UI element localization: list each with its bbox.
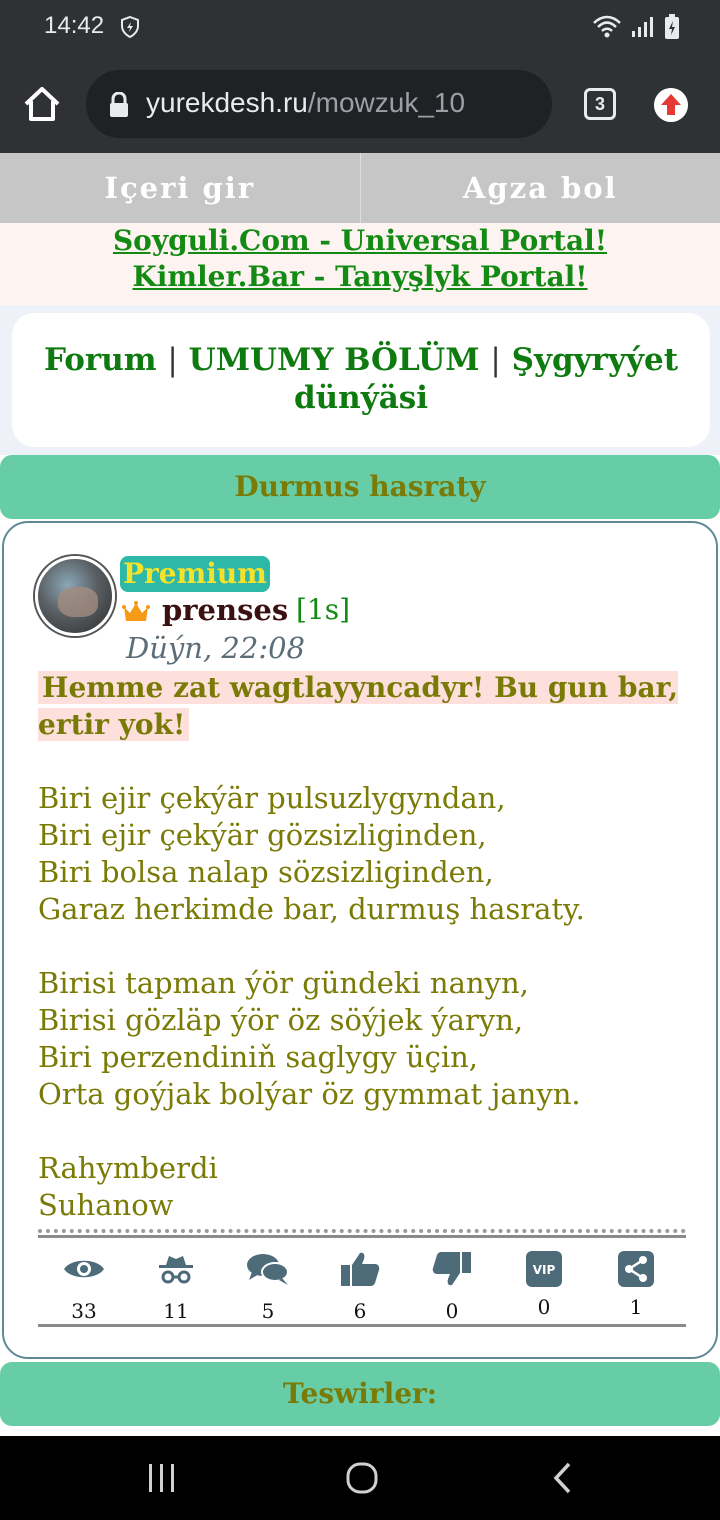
eye-icon [64,1260,104,1278]
status-icons [592,14,680,40]
back-icon[interactable] [542,1456,586,1500]
signal-icon [632,17,653,37]
portal-links: Soyguli.Com - Universal Portal! Kimler.B… [0,223,720,305]
shares-count: 1 [629,1295,643,1319]
login-button[interactable]: Içeri gir [0,153,361,223]
breadcrumb-forum[interactable]: Forum [44,342,157,378]
avatar-image [58,587,98,617]
topic-title: Durmus hasraty [0,455,720,519]
likes-stat[interactable]: 6 [320,1249,400,1323]
url-domain: yurekdesh.ru [146,87,308,118]
incognito-icon [159,1256,193,1284]
guests-count: 11 [163,1299,189,1323]
thumbs-down-icon [432,1252,471,1286]
shares-stat[interactable]: 1 [596,1249,676,1319]
views-stat[interactable]: 33 [44,1249,124,1323]
status-bar: 14:42 [0,0,720,56]
tab-switcher-button[interactable]: 3 [584,88,616,120]
comments-icon [247,1254,289,1285]
comments-count: 5 [261,1299,275,1323]
vip-icon: VIP [526,1251,562,1287]
dislikes-count: 0 [445,1299,459,1323]
status-time: 14:42 [44,12,105,39]
auth-bar: Içeri gir Agza bol [0,153,720,223]
thumbs-up-icon [341,1252,380,1286]
update-icon[interactable] [654,88,688,122]
url-path: /mowzuk_10 [307,87,466,118]
home-nav-icon[interactable] [340,1456,384,1500]
breadcrumb-container: Forum | UMUMY BÖLÜM | Şygyryýet dünýäsi [0,305,720,455]
share-icon [618,1251,654,1287]
portal-link-soyguli[interactable]: Soyguli.Com - Universal Portal! [0,223,720,259]
lock-icon [110,92,128,117]
recent-apps-icon[interactable] [140,1456,184,1500]
post-body: Biri ejir çekýär pulsuzlygyndan, Biri ej… [38,781,585,1222]
url-fade [512,70,552,138]
dislikes-stat[interactable]: 0 [412,1249,492,1323]
register-button[interactable]: Agza bol [361,153,720,223]
breadcrumb: Forum | UMUMY BÖLÜM | Şygyryýet dünýäsi [12,313,710,447]
post-rank: [1s] [296,593,351,626]
shield-icon [121,16,139,38]
crown-icon [122,601,150,621]
breadcrumb-section[interactable]: UMUMY BÖLÜM [189,342,480,378]
guests-stat[interactable]: 11 [136,1249,216,1323]
vip-icon-label: VIP [533,1263,556,1277]
vip-stat[interactable]: VIP 0 [504,1249,584,1319]
breadcrumb-separator: | [490,342,501,378]
post-stats: 33 11 5 6 0 VIP 0 1 [38,1229,686,1327]
browser-chrome: 14:42 yurekdesh.ru/mowzuk_10 3 [0,0,720,153]
likes-count: 6 [353,1299,367,1323]
avatar[interactable] [35,556,115,636]
url-text: yurekdesh.ru/mowzuk_10 [146,87,465,119]
address-bar[interactable]: yurekdesh.ru/mowzuk_10 [86,70,552,138]
post-headline: Hemme zat wagtlayyncadyr! Bu gun bar, er… [38,669,688,743]
post-headline-text: Hemme zat wagtlayyncadyr! Bu gun bar, er… [38,671,679,741]
comments-stat[interactable]: 5 [228,1249,308,1323]
home-icon[interactable] [22,84,62,124]
views-count: 33 [71,1299,97,1323]
system-navbar [0,1436,720,1520]
breadcrumb-separator: | [167,342,178,378]
vip-count: 0 [537,1295,551,1319]
battery-icon [665,14,679,39]
premium-badge: Premium [120,556,270,592]
portal-link-kimler[interactable]: Kimler.Bar - Tanyşlyk Portal! [0,259,720,295]
wifi-icon [593,15,621,38]
stats-divider [38,1235,686,1238]
post-card: Premium prenses [1s] Düýn, 22:08 Hemme z… [2,521,718,1359]
post-time: Düýn, 22:08 [126,631,305,665]
post-username[interactable]: prenses [162,593,288,627]
comments-header: Teswirler: [0,1362,720,1426]
